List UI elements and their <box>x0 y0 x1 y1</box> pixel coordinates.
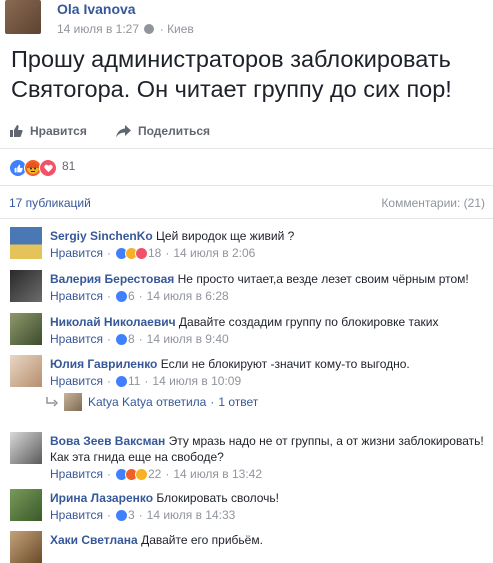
comment-meta: Нравится · 6 · 14 июля в 6:28 <box>50 288 229 305</box>
comment-text: Давайте создадим группу по блокировке та… <box>178 315 439 329</box>
like-button[interactable]: Нравится <box>9 119 87 143</box>
comment-reaction-icons[interactable] <box>114 375 128 388</box>
reply-avatar <box>64 393 82 411</box>
comment-reaction-icons[interactable] <box>114 290 128 303</box>
commenter-name[interactable]: Валерия Берестовая <box>50 272 174 286</box>
comment-reaction-icons[interactable] <box>114 468 148 481</box>
comment-like-count[interactable]: 3 <box>128 507 135 524</box>
comment-meta: Нравится · 11 · 14 июля в 10:09 <box>50 373 242 390</box>
reaction-icons[interactable] <box>9 159 57 177</box>
comment-like-count[interactable]: 8 <box>128 331 135 348</box>
author-name[interactable]: Ola Ivanova <box>57 1 136 17</box>
thumbs-up-icon <box>10 125 23 137</box>
share-arrow-icon <box>116 124 131 137</box>
comment-time[interactable]: 14 июля в 6:28 <box>147 288 229 305</box>
commenter-avatar[interactable] <box>10 227 42 259</box>
comment-reaction-icons[interactable] <box>114 333 128 346</box>
comment-like-count[interactable]: 22 <box>148 466 161 483</box>
commenter-avatar[interactable] <box>10 531 42 563</box>
comment-text: Цей виродок ще живий ? <box>156 229 295 243</box>
publications-count[interactable]: 17 публикаций <box>9 196 91 210</box>
commenter-name[interactable]: Юлия Гавриленко <box>50 357 157 371</box>
comment-like-link[interactable]: Нравится <box>50 373 103 390</box>
post-header: Ola Ivanova 14 июля в 1:27 · Киев <box>0 0 493 40</box>
commenter-name[interactable]: Ирина Лазаренко <box>50 491 153 505</box>
comments-count[interactable]: Комментарии: (21) <box>381 196 485 210</box>
comment-meta: Нравится · 8 · 14 июля в 9:40 <box>50 331 229 348</box>
comment-reaction-icons[interactable] <box>114 247 148 260</box>
replies-link[interactable]: Katya Katya ответила · 1 ответ <box>46 393 258 411</box>
reply-verb: ответила <box>156 395 207 409</box>
author-avatar[interactable] <box>5 0 41 34</box>
reactions-bar: 81 <box>0 148 493 186</box>
reply-arrow-icon <box>46 397 58 407</box>
reply-author[interactable]: Katya Katya <box>88 395 153 409</box>
post-actions: Нравится Поделиться <box>0 119 493 143</box>
comment-like-link[interactable]: Нравится <box>50 507 103 524</box>
comment-text: Не просто читает,а везде лезет своим чёр… <box>177 272 469 286</box>
comment-meta: Нравится · 3 · 14 июля в 14:33 <box>50 507 236 524</box>
comment-time[interactable]: 14 июля в 13:42 <box>173 466 262 483</box>
reply-count[interactable]: 1 ответ <box>218 395 258 409</box>
comment-time[interactable]: 14 июля в 10:09 <box>152 373 241 390</box>
commenter-avatar[interactable] <box>10 489 42 521</box>
commenter-avatar[interactable] <box>10 313 42 345</box>
commenter-avatar[interactable] <box>10 270 42 302</box>
post-meta: 14 июля в 1:27 · Киев <box>57 22 194 36</box>
comment-like-link[interactable]: Нравится <box>50 245 103 262</box>
comment-like-link[interactable]: Нравится <box>50 466 103 483</box>
post-text: Прошу администраторов заблокировать Свят… <box>11 46 452 102</box>
comment-meta: Нравится · 18 · 14 июля в 2:06 <box>50 245 256 262</box>
comment-text: Если не блокируют -значит кому-то выгодн… <box>160 357 410 371</box>
commenter-avatar[interactable] <box>10 355 42 387</box>
counts-row: 17 публикаций Комментарии: (21) <box>0 192 493 219</box>
comment-like-count[interactable]: 6 <box>128 288 135 305</box>
share-label: Поделиться <box>138 124 211 138</box>
comment-time[interactable]: 14 июля в 14:33 <box>147 507 236 524</box>
post-time[interactable]: 14 июля в 1:27 <box>57 22 139 36</box>
comment-time[interactable]: 14 июля в 2:06 <box>173 245 255 262</box>
comment-text: Блокировать сволочь! <box>156 491 280 505</box>
comment-meta: Нравится · 22 · 14 июля в 13:42 <box>50 466 263 483</box>
dot-separator: · <box>159 22 164 36</box>
commenter-name[interactable]: Николай Николаевич <box>50 315 176 329</box>
comment-like-count[interactable]: 11 <box>128 373 140 390</box>
like-label: Нравится <box>30 124 87 138</box>
share-button[interactable]: Поделиться <box>116 119 210 143</box>
comment-like-count[interactable]: 18 <box>148 245 161 262</box>
commenter-name[interactable]: Sergiy SinchenKo <box>50 229 153 243</box>
reaction-count[interactable]: 81 <box>62 159 75 173</box>
comment-reaction-icons[interactable] <box>114 509 128 522</box>
comment-like-link[interactable]: Нравится <box>50 331 103 348</box>
comment-like-link[interactable]: Нравится <box>50 288 103 305</box>
love-icon <box>39 159 57 177</box>
post-location[interactable]: Киев <box>167 22 194 36</box>
commenter-avatar[interactable] <box>10 432 42 464</box>
comment-time[interactable]: 14 июля в 9:40 <box>147 331 229 348</box>
globe-icon <box>144 24 155 34</box>
commenter-name[interactable]: Вова Зеев Ваксман <box>50 434 165 448</box>
